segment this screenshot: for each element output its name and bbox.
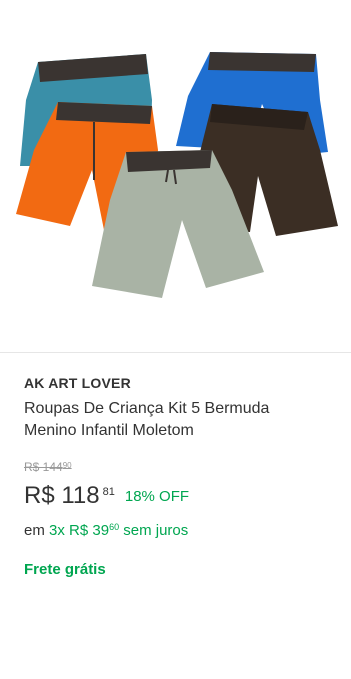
brand-name: AK ART LOVER [24, 375, 131, 391]
old-price-cents: 90 [62, 461, 72, 470]
installment-suffix: sem juros [123, 522, 189, 539]
current-price: R$ 118 81 18% OFF [24, 481, 189, 511]
discount-badge: 18% OFF [124, 488, 190, 505]
installment-cents: 60 [109, 522, 120, 532]
product-title[interactable]: Roupas De Criança Kit 5 Bermuda Menino I… [24, 398, 324, 442]
installment-value-main: R$ 39 [69, 522, 110, 539]
divider [0, 352, 351, 353]
product-card[interactable]: AK ART LOVER Roupas De Criança Kit 5 Ber… [0, 0, 351, 679]
installment-prefix: em [24, 522, 45, 539]
installment-count: 3x [49, 522, 65, 539]
old-price: R$ 14490 [24, 460, 72, 474]
shorts-illustration [16, 52, 338, 298]
price-cents: 81 [102, 486, 115, 498]
old-price-main: R$ 144 [24, 460, 63, 474]
installments: em 3x R$ 3960 sem juros [24, 517, 188, 541]
product-image[interactable] [0, 0, 351, 352]
installment-value: R$ 3960 [69, 522, 119, 539]
free-shipping-label: Frete grátis [24, 561, 106, 578]
price-main: R$ 118 [24, 482, 100, 509]
